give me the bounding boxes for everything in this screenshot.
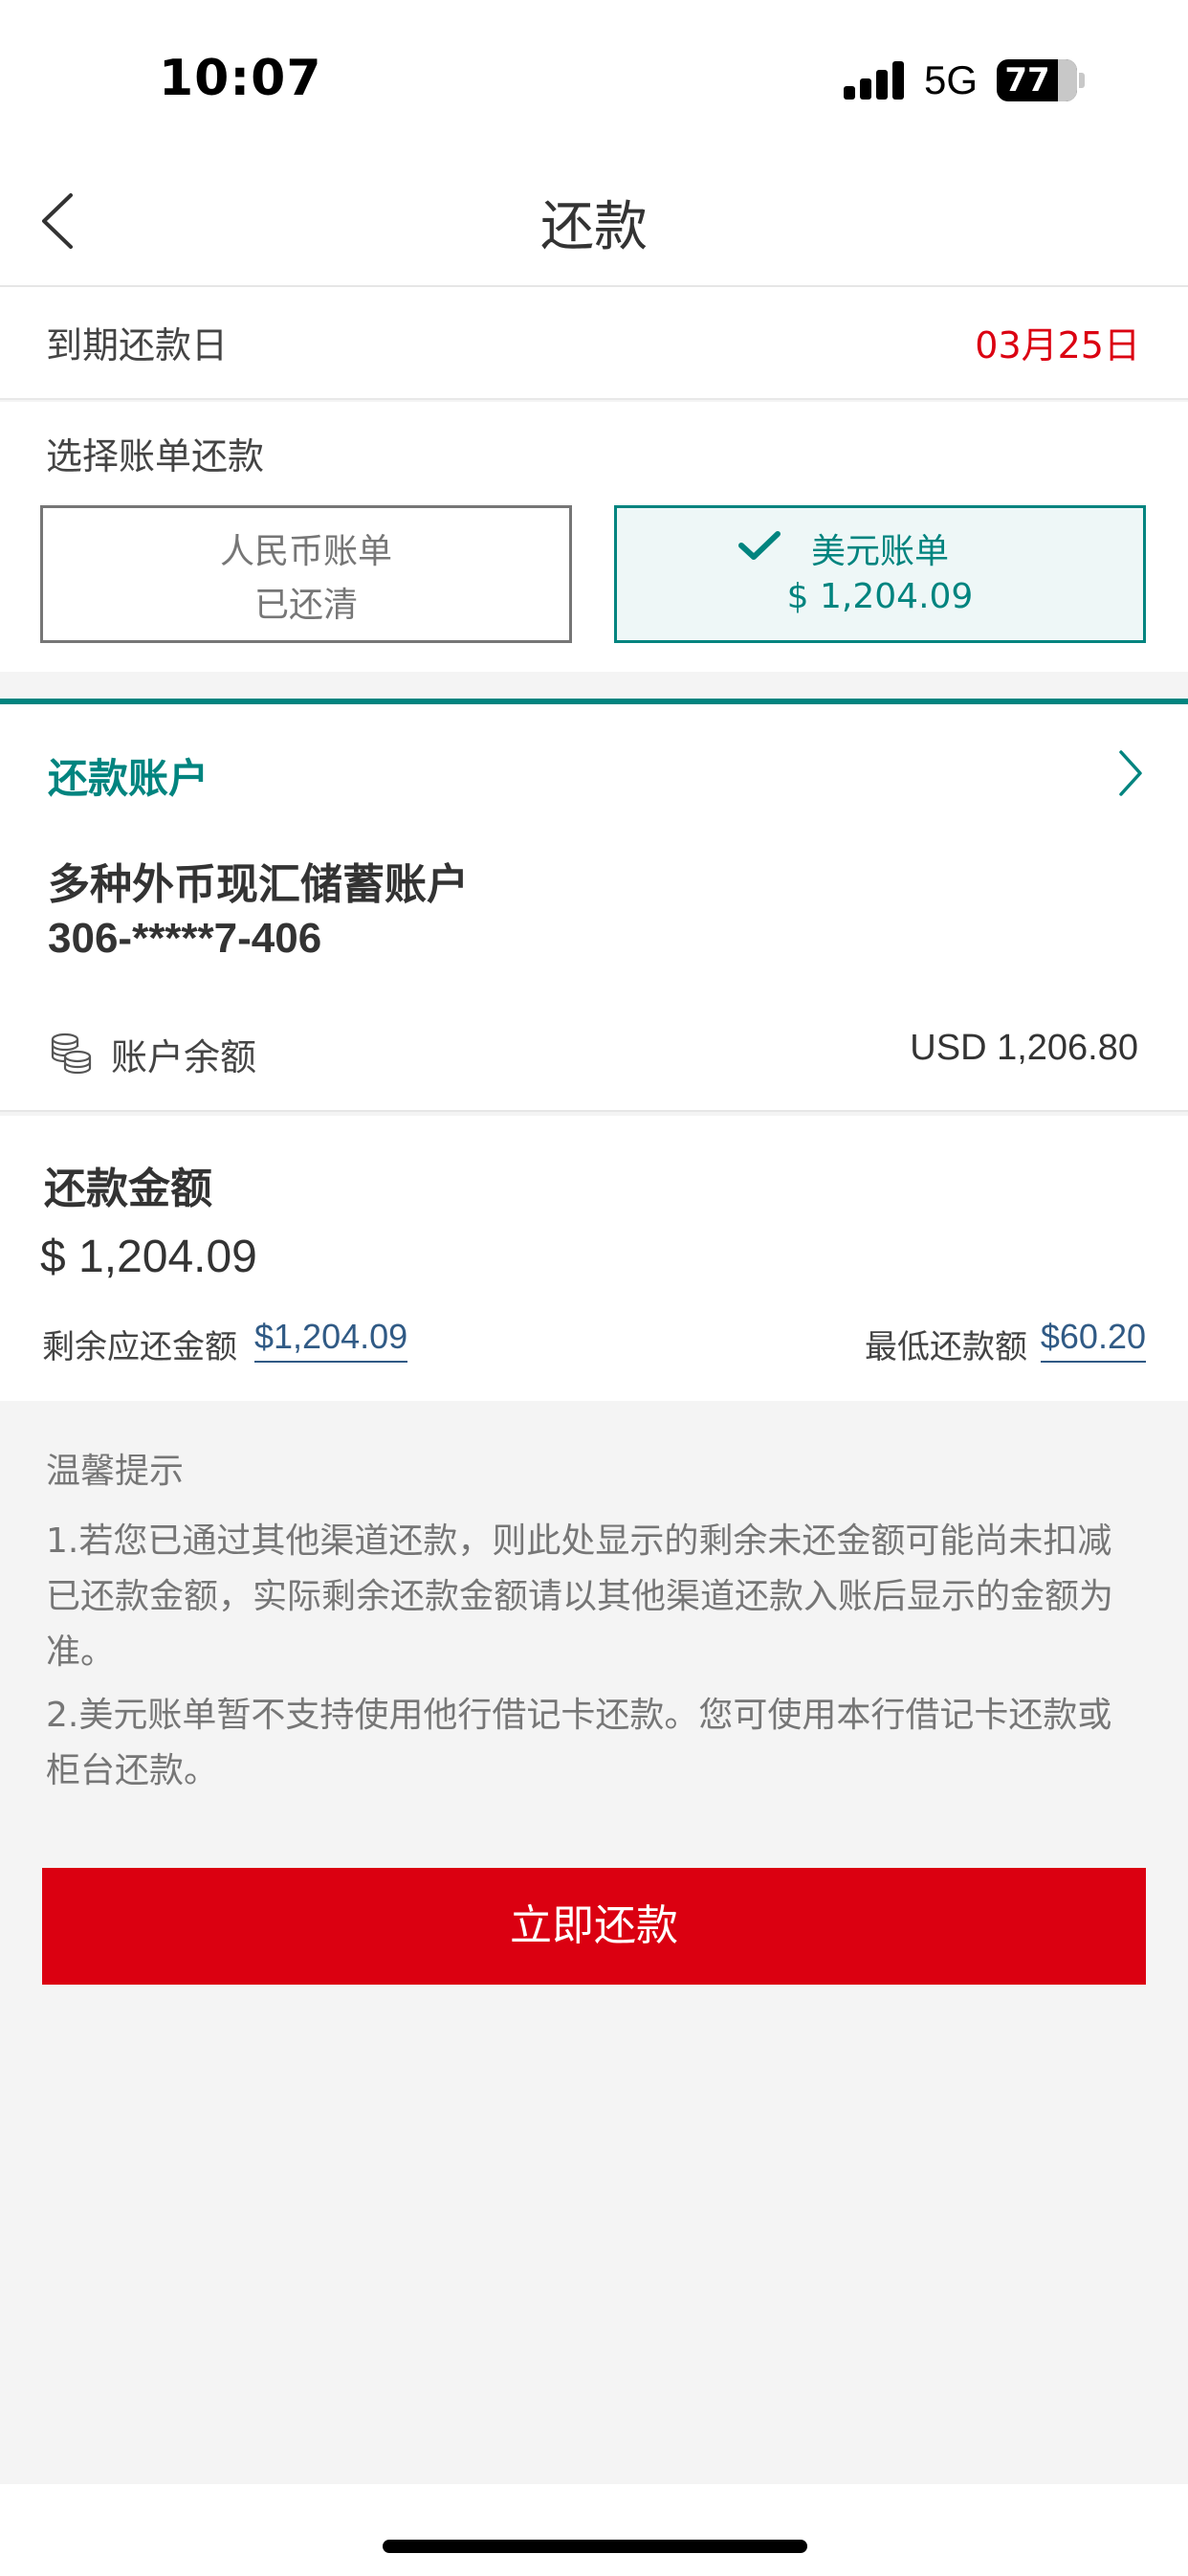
bill-option-subtitle: 已还清: [253, 586, 358, 625]
bill-option-usd[interactable]: 美元账单 $ 1,204.09: [614, 505, 1146, 643]
minimum-label: 最低还款额: [865, 1328, 1027, 1366]
coins-icon: [51, 1033, 92, 1075]
account-header: 还款账户: [48, 755, 209, 802]
bill-option-title: 美元账单: [810, 532, 949, 571]
bill-select-section: 选择账单还款 人民币账单 已还清 美元账单 $ 1,204.09: [0, 402, 1188, 672]
tips-section: 温馨提示 1.若您已通过其他渠道还款，则此处显示的剩余未还金额可能尚未扣减已还款…: [46, 1443, 1146, 1807]
status-time: 10:07: [159, 50, 322, 107]
remaining-label: 剩余应还金额: [42, 1328, 237, 1366]
balance-value: USD 1,206.80: [910, 1028, 1138, 1068]
bill-option-title: 人民币账单: [219, 532, 392, 571]
repayment-amount-section: 还款金额 $ 1,204.09 剩余应还金额 $1,204.09 最低还款额 $…: [0, 1116, 1188, 1401]
status-bar: 10:07 5G 77: [0, 0, 1188, 153]
chevron-right-icon[interactable]: [1115, 746, 1146, 800]
due-date-row: 到期还款日 03月25日: [0, 287, 1188, 400]
page-title: 还款: [540, 196, 648, 258]
home-indicator-area: [0, 2484, 1188, 2576]
amount-header: 还款金额: [44, 1165, 212, 1213]
amount-value[interactable]: $ 1,204.09: [40, 1231, 257, 1283]
battery-icon: 77: [997, 59, 1077, 101]
remaining-amount-link[interactable]: $1,204.09: [254, 1317, 408, 1363]
nav-bar: 还款: [0, 153, 1188, 287]
network-type: 5G: [924, 57, 979, 102]
cellular-signal-icon: [844, 61, 905, 100]
home-indicator[interactable]: [383, 2540, 807, 2553]
battery-level: 77: [1004, 61, 1050, 100]
repayment-account-section[interactable]: 还款账户 多种外币现汇储蓄账户 306-*****7-406 账户余额 USD …: [0, 699, 1188, 1112]
repayment-page: 10:07 5G 77 还款 到期还款日 03月25日 选择账单还款 人民币账单…: [0, 0, 1188, 2576]
tip-item: 1.若您已通过其他渠道还款，则此处显示的剩余未还金额可能尚未扣减已还款金额，实际…: [46, 1521, 1114, 1672]
account-name: 多种外币现汇储蓄账户: [48, 860, 469, 909]
tip-item: 2.美元账单暂不支持使用他行借记卡还款。您可使用本行借记卡还款或柜台还款。: [46, 1696, 1112, 1790]
pay-now-button[interactable]: 立即还款: [42, 1868, 1146, 1985]
balance-label: 账户余额: [111, 1036, 257, 1078]
account-number: 306-*****7-406: [48, 915, 322, 962]
minimum-amount-link[interactable]: $60.20: [1040, 1317, 1146, 1363]
due-date-value: 03月25日: [975, 324, 1140, 366]
bill-option-rmb[interactable]: 人民币账单 已还清: [40, 505, 572, 643]
bill-option-subtitle: $ 1,204.09: [786, 577, 974, 616]
due-date-label: 到期还款日: [46, 324, 229, 366]
tips-title: 温馨提示: [46, 1452, 185, 1491]
battery-tip: [1079, 73, 1085, 88]
bill-select-label: 选择账单还款: [46, 435, 265, 477]
